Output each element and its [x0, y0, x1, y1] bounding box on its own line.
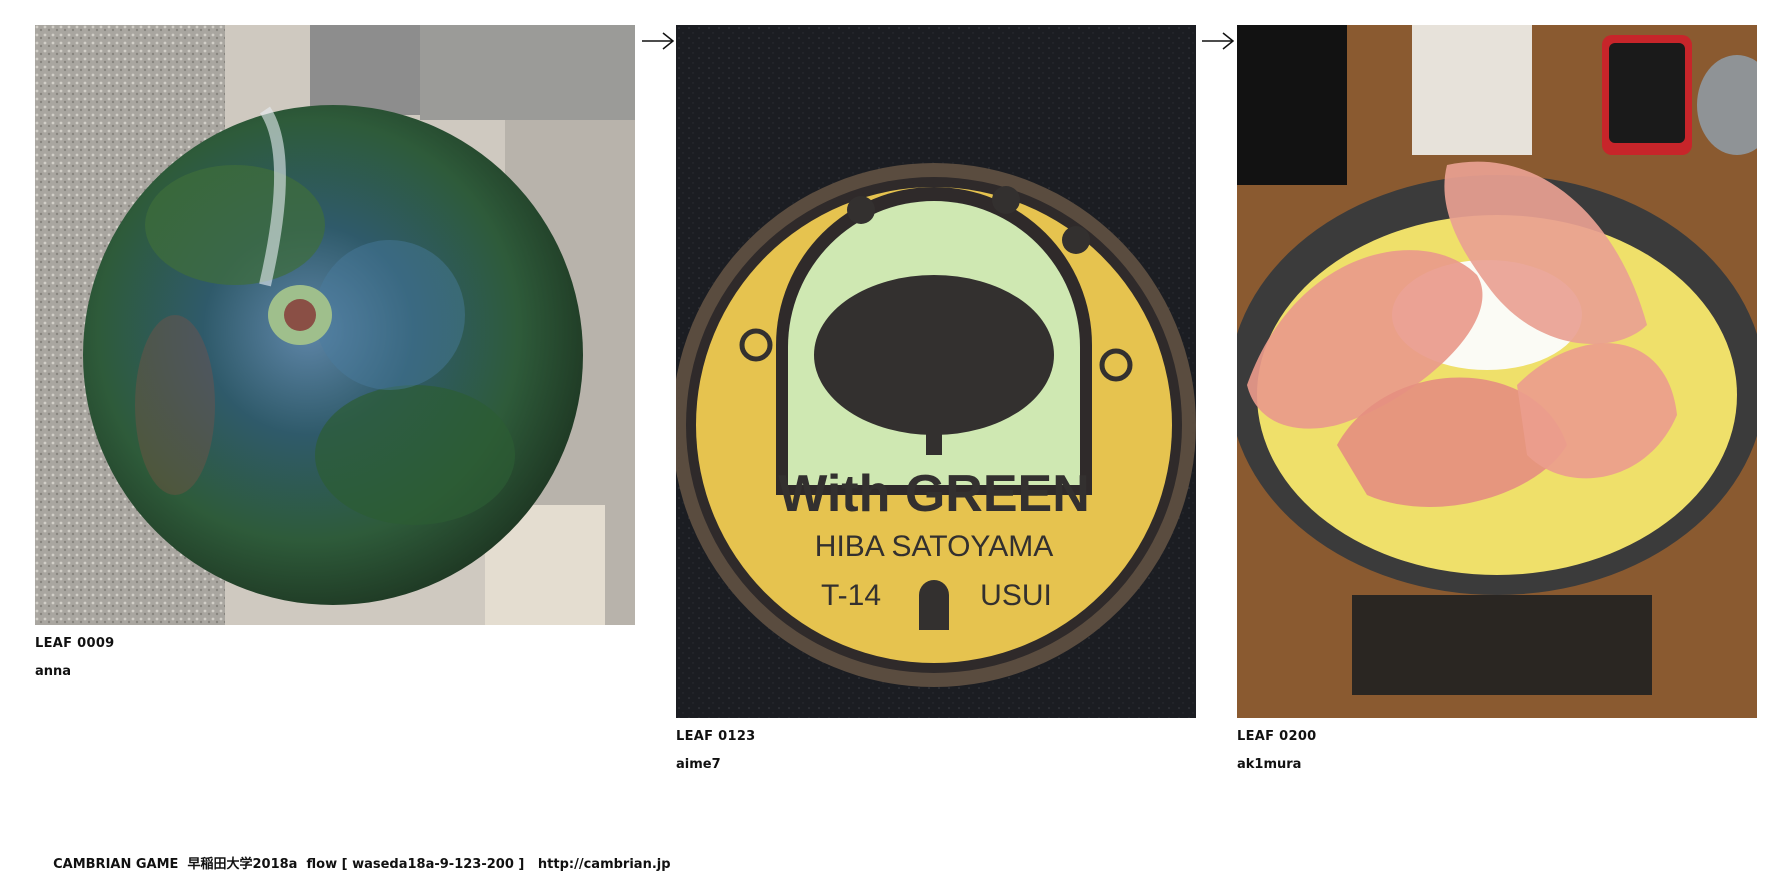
leaf-user-link[interactable]: aime7	[676, 757, 721, 772]
leaf-card-0009: LEAF 0009 anna	[35, 25, 635, 685]
manhole-text-line2: HIBA SATOYAMA	[815, 530, 1053, 563]
leaf-photo-0200[interactable]	[1237, 25, 1757, 718]
arrow-right-icon	[1202, 32, 1235, 50]
footer-url-link[interactable]: http://cambrian.jp	[538, 857, 671, 872]
leaf-photo-0009[interactable]	[35, 25, 635, 625]
flow-page: LEAF 0009 anna With GREEN HIBA SATOYAMA …	[0, 0, 1790, 872]
leaf-card-0200: LEAF 0200 ak1mura	[1237, 25, 1757, 785]
manhole-cover-photo: With GREEN HIBA SATOYAMA T-14 USUI	[676, 25, 1196, 718]
leaf-card-0123: With GREEN HIBA SATOYAMA T-14 USUI LEAF …	[676, 25, 1196, 785]
leaf-id-label: LEAF 0200	[1237, 729, 1317, 744]
leaf-user-link[interactable]: ak1mura	[1237, 757, 1301, 772]
footer: CAMBRIAN GAME 早稲田大学2018a flow [ waseda18…	[35, 838, 671, 872]
leaf-photo-0123[interactable]: With GREEN HIBA SATOYAMA T-14 USUI	[676, 25, 1196, 718]
leaf-id-label: LEAF 0123	[676, 729, 756, 744]
prosciutto-rice-bowl-photo	[1237, 25, 1757, 718]
manhole-text-line1: With GREEN	[778, 465, 1090, 523]
leaf-id-label: LEAF 0009	[35, 636, 115, 651]
manhole-text-right: USUI	[980, 579, 1052, 612]
footer-course: 早稲田大学2018a	[187, 857, 298, 872]
footer-flow-id: flow [ waseda18a-9-123-200 ]	[306, 857, 525, 872]
arrow-right-icon	[642, 32, 675, 50]
manhole-text-left: T-14	[821, 579, 881, 612]
leaf-user-link[interactable]: anna	[35, 664, 71, 679]
green-glazed-ceramic-ball-photo	[35, 25, 635, 625]
footer-game-title: CAMBRIAN GAME	[53, 857, 179, 872]
